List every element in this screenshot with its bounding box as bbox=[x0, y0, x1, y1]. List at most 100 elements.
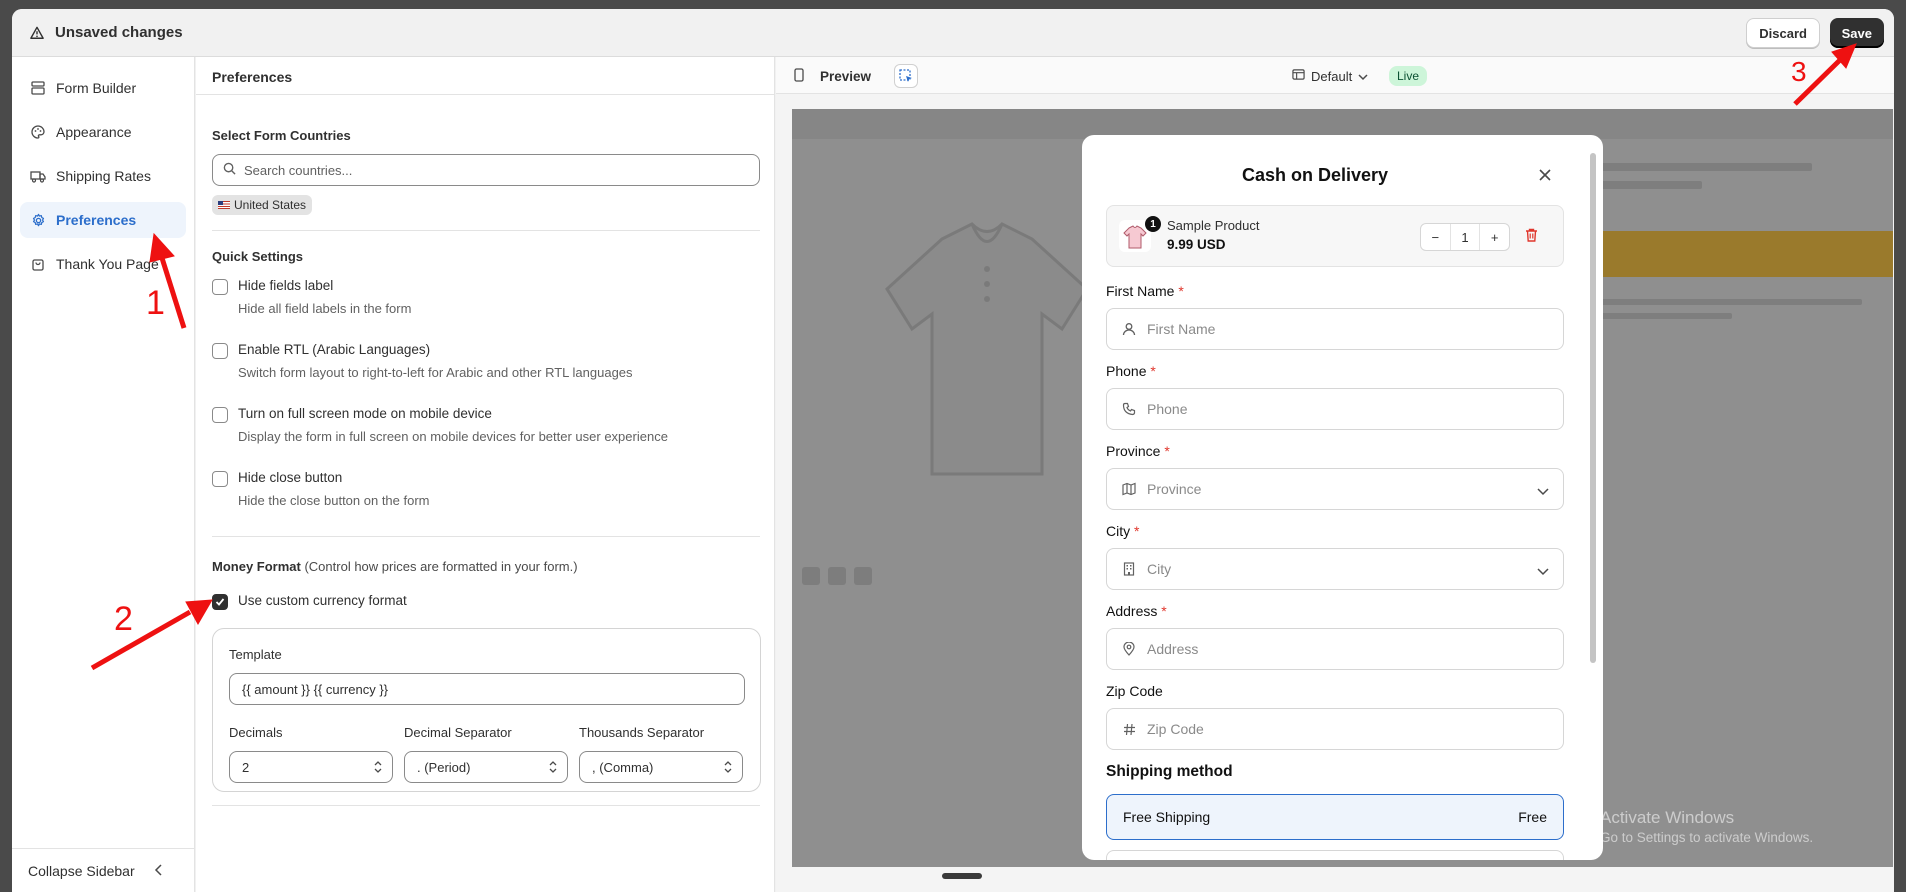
divider bbox=[212, 805, 760, 806]
modal-scrollbar[interactable] bbox=[1590, 143, 1596, 852]
field-label-text: City bbox=[1106, 523, 1131, 539]
save-button[interactable]: Save bbox=[1829, 18, 1884, 48]
sidebar-item-shipping-rates[interactable]: Shipping Rates bbox=[20, 158, 186, 194]
checkbox-checked[interactable] bbox=[212, 594, 228, 610]
shipping-option-free[interactable]: Free Shipping Free bbox=[1106, 794, 1564, 840]
annotation-1: 1 bbox=[146, 284, 165, 322]
windows-watermark-title: Activate Windows bbox=[1600, 808, 1735, 827]
field-placeholder: Province bbox=[1147, 481, 1202, 497]
top-bar: Unsaved changes Discard Save bbox=[12, 9, 1894, 57]
city-select[interactable]: City bbox=[1106, 548, 1564, 590]
mobile-icon[interactable] bbox=[794, 68, 804, 85]
unsaved-changes-title: Unsaved changes bbox=[55, 24, 183, 41]
sidebar-item-thank-you-page[interactable]: Thank You Page bbox=[20, 246, 186, 282]
field-label-text: Zip Code bbox=[1106, 683, 1163, 699]
close-icon[interactable] bbox=[1538, 168, 1552, 185]
field-placeholder: Phone bbox=[1147, 401, 1188, 417]
option-enable-rtl[interactable]: Enable RTL (Arabic Languages) Switch form… bbox=[212, 342, 633, 380]
field-label-text: Address bbox=[1106, 603, 1158, 619]
country-tag-label: United States bbox=[234, 198, 307, 212]
province-select[interactable]: Province bbox=[1106, 468, 1564, 510]
thousands-separator-select[interactable]: , (Comma) bbox=[579, 751, 743, 783]
gear-icon bbox=[30, 212, 46, 228]
first-name-field[interactable]: First Name bbox=[1106, 308, 1564, 350]
palette-icon bbox=[30, 124, 46, 140]
sidebar: Form Builder Appearance Shipping Rates P… bbox=[12, 57, 195, 892]
minus-icon[interactable]: − bbox=[1421, 224, 1450, 250]
decimals-value: 2 bbox=[242, 759, 250, 775]
option-desc: Hide all field labels in the form bbox=[238, 301, 412, 316]
template-input[interactable]: {{ amount }} {{ currency }} bbox=[229, 673, 745, 705]
product-price: 9.99 USD bbox=[1167, 237, 1226, 252]
zip-code-field[interactable]: Zip Code bbox=[1106, 708, 1564, 750]
resize-handle[interactable] bbox=[942, 873, 982, 879]
decimal-separator-label: Decimal Separator bbox=[404, 725, 512, 740]
shipping-option[interactable] bbox=[1106, 850, 1564, 860]
checkbox[interactable] bbox=[212, 279, 228, 295]
discard-button[interactable]: Discard bbox=[1746, 18, 1820, 48]
app-window: Unsaved changes Discard Save Form Builde… bbox=[12, 9, 1894, 892]
preview-header: Preview Default Live bbox=[776, 57, 1894, 94]
status-badge: Live bbox=[1389, 66, 1428, 86]
quantity-value[interactable]: 1 bbox=[1449, 224, 1481, 250]
checkbox[interactable] bbox=[212, 407, 228, 423]
phone-icon bbox=[1121, 401, 1137, 417]
select-updown-icon bbox=[374, 760, 382, 777]
theme-icon bbox=[1292, 68, 1305, 84]
bag-icon bbox=[30, 256, 46, 272]
trash-icon[interactable] bbox=[1525, 228, 1538, 245]
modal-title: Cash on Delivery bbox=[1241, 165, 1389, 185]
field-placeholder: City bbox=[1147, 561, 1172, 577]
option-full-screen-mobile[interactable]: Turn on full screen mode on mobile devic… bbox=[212, 406, 668, 444]
annotation-3: 3 bbox=[1791, 56, 1807, 87]
checkbox[interactable] bbox=[212, 471, 228, 487]
theme-selector[interactable]: Default bbox=[1292, 68, 1368, 84]
sidebar-item-appearance[interactable]: Appearance bbox=[20, 114, 186, 150]
option-desc: Display the form in full screen on mobil… bbox=[238, 429, 668, 444]
hash-icon bbox=[1121, 721, 1137, 737]
select-element-icon[interactable] bbox=[894, 64, 918, 88]
phone-field[interactable]: Phone bbox=[1106, 388, 1564, 430]
store-buy-button bbox=[1582, 231, 1893, 277]
decimals-select[interactable]: 2 bbox=[229, 751, 393, 783]
city-label: City * bbox=[1106, 523, 1139, 539]
address-field[interactable]: Address bbox=[1106, 628, 1564, 670]
store-text-line bbox=[1582, 313, 1732, 319]
plus-icon[interactable]: + bbox=[1480, 224, 1509, 250]
sidebar-item-label: Form Builder bbox=[56, 80, 137, 96]
sidebar-item-preferences[interactable]: Preferences bbox=[20, 202, 186, 238]
thousands-separator-label: Thousands Separator bbox=[579, 725, 705, 740]
cart-product-row: 1 Sample Product 9.99 USD − 1 + bbox=[1106, 205, 1564, 267]
divider bbox=[212, 230, 760, 231]
option-hide-close-button[interactable]: Hide close button Hide the close button o… bbox=[212, 470, 430, 508]
option-hide-fields-label[interactable]: Hide fields label Hide all field labels i… bbox=[212, 278, 411, 316]
option-title: Turn on full screen mode on mobile devic… bbox=[238, 406, 492, 421]
warning-icon bbox=[29, 25, 45, 41]
required-mark: * bbox=[1150, 363, 1156, 379]
country-search[interactable] bbox=[212, 154, 760, 186]
sidebar-item-label: Shipping Rates bbox=[56, 168, 151, 184]
layout-icon bbox=[30, 80, 46, 96]
country-tag[interactable]: United States bbox=[212, 195, 313, 215]
address-label: Address * bbox=[1106, 603, 1167, 619]
divider bbox=[196, 94, 775, 95]
search-input[interactable] bbox=[244, 162, 744, 178]
store-text-line bbox=[1582, 299, 1862, 305]
money-format-label: Money Format (Control how prices are for… bbox=[212, 559, 578, 574]
money-format-hint: (Control how prices are formatted in you… bbox=[304, 559, 578, 574]
option-title: Enable RTL (Arabic Languages) bbox=[238, 342, 431, 357]
field-label-text: Phone bbox=[1106, 363, 1147, 379]
sidebar-item-form-builder[interactable]: Form Builder bbox=[20, 70, 186, 106]
option-custom-currency[interactable]: Use custom currency format bbox=[212, 593, 407, 610]
field-label-text: First Name bbox=[1106, 283, 1175, 299]
decimal-separator-value: . (Period) bbox=[417, 759, 471, 775]
collapse-sidebar-button[interactable]: Collapse Sidebar bbox=[12, 848, 194, 892]
required-mark: * bbox=[1134, 523, 1140, 539]
checkbox[interactable] bbox=[212, 343, 228, 359]
chevron-down-icon bbox=[1537, 483, 1549, 499]
decimals-label: Decimals bbox=[229, 725, 283, 740]
store-text-line bbox=[1582, 163, 1812, 171]
option-desc: Switch form layout to right-to-left for … bbox=[238, 365, 633, 380]
tshirt-image bbox=[882, 219, 1092, 482]
decimal-separator-select[interactable]: . (Period) bbox=[404, 751, 568, 783]
